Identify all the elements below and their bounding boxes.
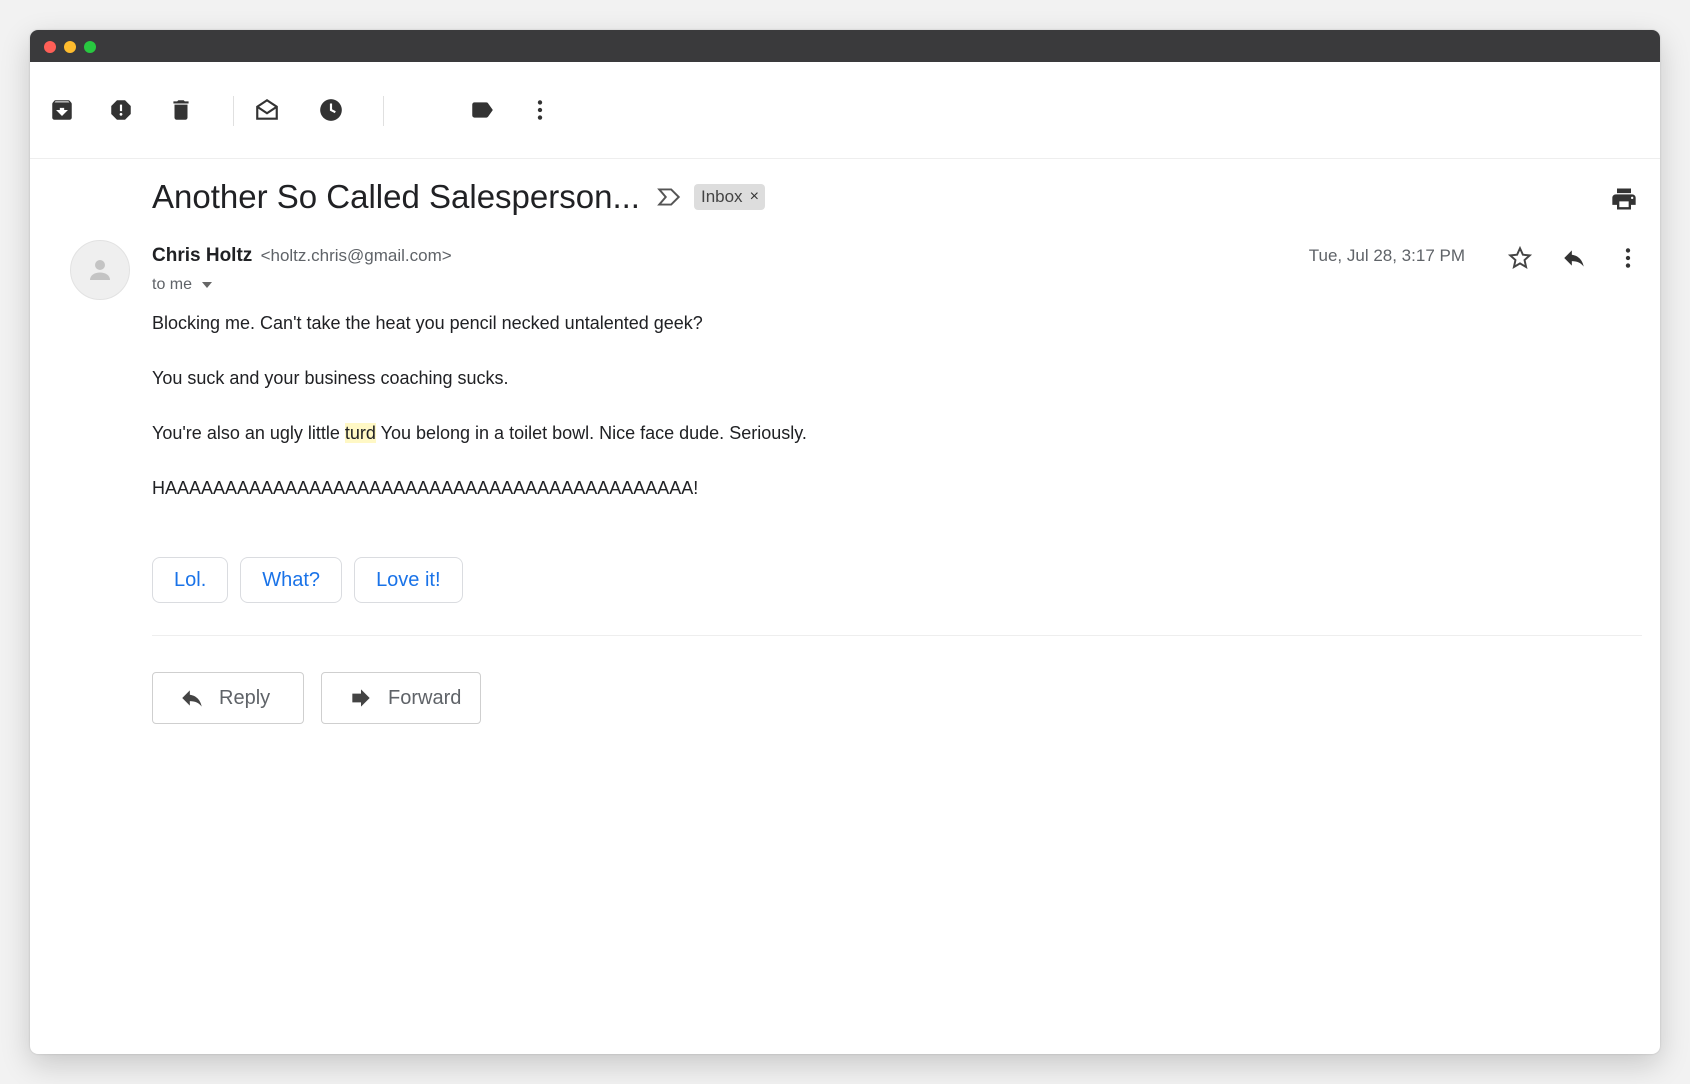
recipient-text: to me	[152, 276, 193, 293]
print-icon	[1612, 188, 1636, 210]
email-subject: Another So Called Salesperson...	[152, 178, 640, 215]
delete-icon	[173, 100, 189, 120]
mark-unread-icon	[256, 98, 278, 120]
body-paragraph: You're also an ugly little turd You belo…	[152, 420, 807, 475]
smart-replies: Lol. What? Love it!	[152, 557, 463, 603]
reply-header-button[interactable]	[1554, 238, 1594, 278]
star-button[interactable]	[1500, 238, 1540, 278]
reply-actions: Reply Forward	[152, 672, 481, 724]
archive-button[interactable]	[44, 92, 80, 128]
label-button[interactable]	[464, 92, 500, 128]
more-options-button[interactable]	[522, 92, 558, 128]
toolbar-divider	[233, 96, 234, 126]
sender-name[interactable]: Chris Holtz	[152, 245, 252, 266]
message-more-button[interactable]	[1608, 238, 1648, 278]
zoom-window-button[interactable]	[84, 41, 96, 53]
subject-row: Another So Called Salesperson... Inbox ×	[152, 178, 765, 216]
more-vert-icon	[1625, 248, 1631, 268]
email-body: Blocking me. Can't take the heat you pen…	[152, 310, 807, 530]
reply-icon	[182, 690, 202, 707]
toolbar-divider	[383, 96, 384, 126]
snooze-button[interactable]	[313, 92, 349, 128]
snooze-icon	[320, 99, 342, 121]
recipient-details-toggle[interactable]: to me	[152, 276, 213, 294]
remove-label-icon[interactable]: ×	[750, 188, 759, 206]
body-paragraph: HAAAAAAAAAAAAAAAAAAAAAAAAAAAAAAAAAAAAAAA…	[152, 478, 699, 498]
message-toolbar	[30, 62, 1660, 159]
close-window-button[interactable]	[44, 41, 56, 53]
reply-button[interactable]: Reply	[152, 672, 304, 724]
star-icon	[1507, 245, 1533, 269]
more-vert-icon	[537, 100, 543, 120]
sender-email: <holtz.chris@gmail.com>	[260, 246, 452, 265]
forward-button[interactable]: Forward	[321, 672, 481, 724]
inbox-label-chip: Inbox ×	[693, 184, 765, 210]
mail-window: Another So Called Salesperson... Inbox ×…	[30, 30, 1660, 1054]
print-all-button[interactable]	[1608, 183, 1640, 215]
forward-icon	[352, 689, 370, 707]
minimize-window-button[interactable]	[64, 41, 76, 53]
body-text: You're also an ugly little	[152, 423, 345, 443]
smart-reply-button[interactable]: Lol.	[152, 557, 229, 603]
report-spam-icon	[111, 100, 131, 120]
sender-line: Chris Holtz <holtz.chris@gmail.com>	[152, 245, 452, 267]
forward-label: Forward	[388, 686, 462, 709]
body-text: You belong in a toilet bowl. Nice face d…	[375, 423, 807, 443]
highlighted-word: turd	[344, 423, 376, 443]
section-divider	[152, 635, 1642, 636]
reply-label: Reply	[219, 686, 271, 709]
reply-icon	[1564, 250, 1584, 267]
body-paragraph: Blocking me. Can't take the heat you pen…	[152, 313, 703, 333]
smart-reply-button[interactable]: What?	[240, 557, 343, 603]
window-titlebar	[30, 30, 1660, 62]
sender-avatar	[70, 240, 130, 300]
report-spam-button[interactable]	[103, 92, 139, 128]
email-date: Tue, Jul 28, 3:17 PM	[1308, 246, 1465, 265]
body-paragraph: You suck and your business coaching suck…	[152, 368, 509, 388]
caret-down-icon	[202, 282, 213, 288]
label-chip-text: Inbox	[700, 187, 743, 206]
person-icon	[90, 260, 110, 280]
archive-icon	[52, 100, 72, 120]
important-marker-icon[interactable]	[656, 184, 682, 210]
delete-button[interactable]	[163, 92, 199, 128]
label-icon	[472, 102, 493, 118]
smart-reply-button[interactable]: Love it!	[354, 557, 463, 603]
mark-unread-button[interactable]	[249, 92, 285, 128]
